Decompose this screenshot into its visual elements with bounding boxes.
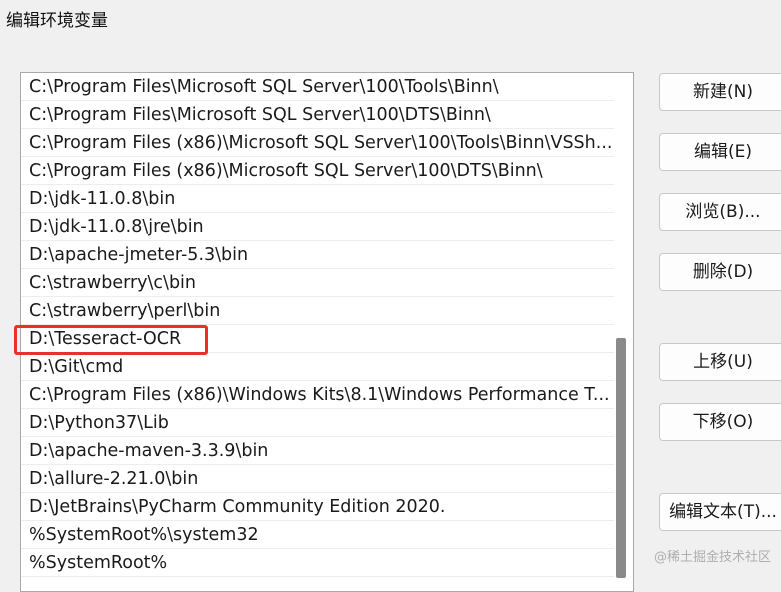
list-item[interactable]: D:\jdk-11.0.8\jre\bin [21, 213, 614, 241]
list-item[interactable]: D:\apache-jmeter-5.3\bin [21, 241, 614, 269]
list-item[interactable]: %SystemRoot%\system32 [21, 521, 614, 549]
edit-button[interactable]: 编辑(E) [659, 133, 781, 171]
list-item[interactable]: C:\Program Files (x86)\Windows Kits\8.1\… [21, 381, 614, 409]
watermark: @稀土掘金技术社区 [653, 550, 771, 565]
vertical-scrollbar-thumb[interactable] [616, 338, 626, 578]
dialog-title: 编辑环境变量 [6, 11, 108, 31]
new-button[interactable]: 新建(N) [659, 73, 781, 111]
list-item[interactable]: C:\strawberry\c\bin [21, 269, 614, 297]
list-item[interactable]: C:\Program Files\Microsoft SQL Server\10… [21, 73, 614, 101]
list-item[interactable]: D:\JetBrains\PyCharm Community Edition 2… [21, 493, 614, 521]
move-up-button[interactable]: 上移(U) [659, 343, 781, 381]
browse-button[interactable]: 浏览(B)... [659, 193, 781, 231]
list-item[interactable]: D:\Python37\Lib [21, 409, 614, 437]
path-list[interactable]: C:\Program Files\Microsoft SQL Server\10… [20, 72, 634, 592]
list-item[interactable]: C:\Program Files (x86)\Microsoft SQL Ser… [21, 129, 614, 157]
move-down-button[interactable]: 下移(O) [659, 403, 781, 441]
list-item[interactable]: C:\Program Files\Microsoft SQL Server\10… [21, 101, 614, 129]
list-item[interactable]: C:\strawberry\perl\bin [21, 297, 614, 325]
delete-button[interactable]: 删除(D) [659, 253, 781, 291]
list-item[interactable]: D:\jdk-11.0.8\bin [21, 185, 614, 213]
list-item[interactable]: C:\Program Files (x86)\Microsoft SQL Ser… [21, 157, 614, 185]
list-item[interactable]: D:\apache-maven-3.3.9\bin [21, 437, 614, 465]
edit-text-button[interactable]: 编辑文本(T)... [659, 493, 781, 531]
list-item-tesseract-ocr[interactable]: D:\Tesseract-OCR [21, 325, 614, 353]
list-item[interactable]: D:\Git\cmd [21, 353, 614, 381]
list-item[interactable]: D:\allure-2.21.0\bin [21, 465, 614, 493]
